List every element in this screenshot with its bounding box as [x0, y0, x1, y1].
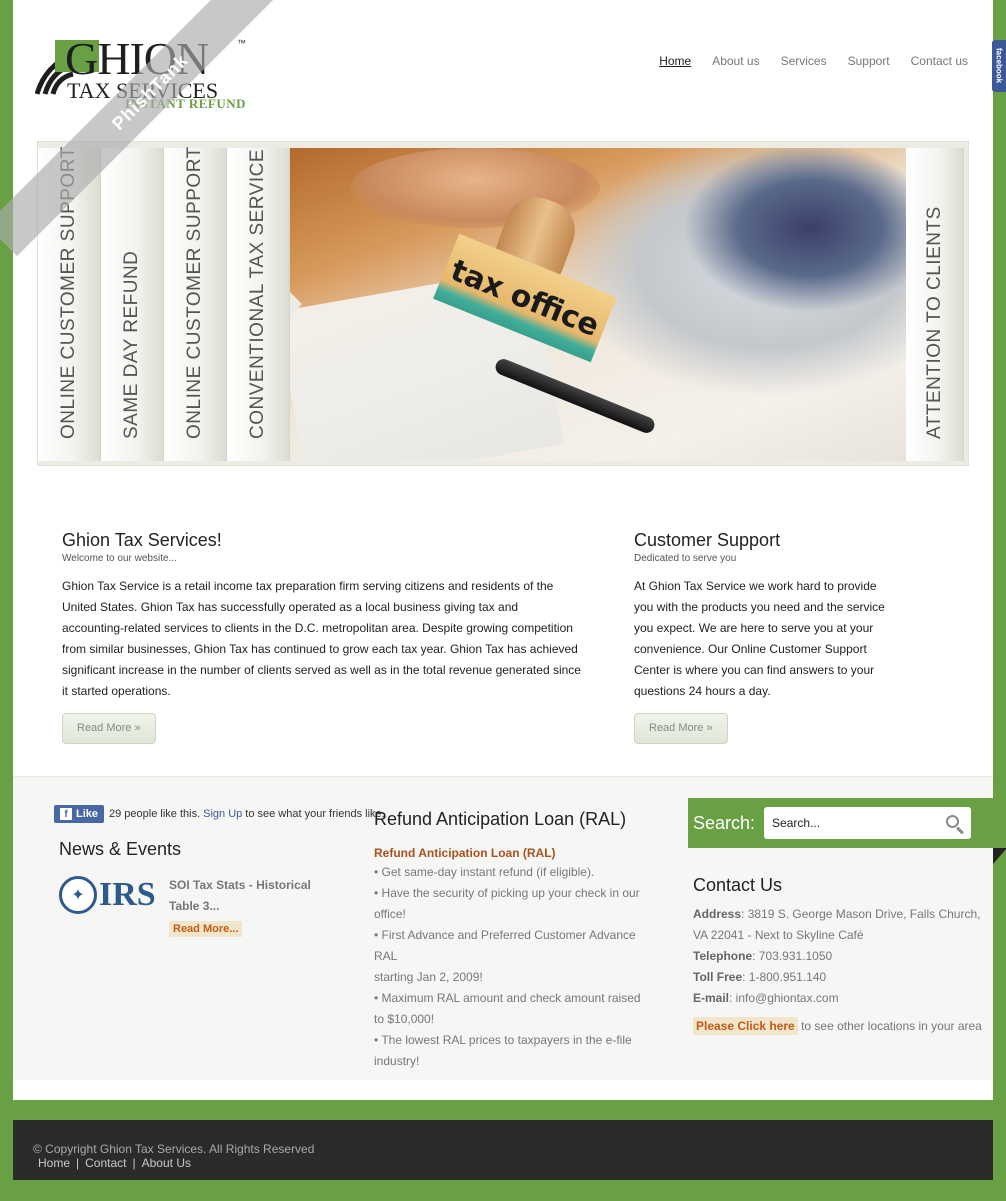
intro-section: Ghion Tax Services! Welcome to our websi… — [62, 530, 582, 744]
ral-list-item: Have the security of picking up your che… — [374, 883, 644, 925]
nav-contact[interactable]: Contact us — [911, 54, 968, 68]
site-footer: © Copyright Ghion Tax Services. All Righ… — [13, 1120, 993, 1180]
telephone-value: : 703.931.1050 — [752, 949, 833, 963]
ral-subtitle: Refund Anticipation Loan (RAL) — [374, 846, 556, 860]
tollfree-label: Toll Free — [693, 970, 743, 984]
slider-tab-label: ATTENTION TO CLIENTS — [923, 206, 945, 439]
slider-photo: tax office — [290, 148, 906, 461]
hero-slider: ONLINE CUSTOMER SUPPORT SAME DAY REFUND … — [37, 141, 969, 466]
facebook-signup-link[interactable]: Sign Up — [203, 808, 242, 820]
slider-tab[interactable]: ONLINE CUSTOMER SUPPORT — [164, 146, 227, 461]
news-title: News & Events — [59, 839, 182, 859]
nav-home[interactable]: Home — [659, 54, 691, 68]
ral-list-item: First Advance and Preferred Customer Adv… — [374, 925, 644, 967]
irs-eagle-icon: ✦ — [59, 876, 97, 914]
footer-links: Home | Contact | About Us — [38, 1156, 191, 1170]
like-count: 29 people like this. — [109, 808, 201, 820]
search-icon[interactable] — [946, 815, 960, 828]
email-label: E-mail — [693, 991, 730, 1005]
ral-section: Refund Anticipation Loan (RAL) Refund An… — [374, 809, 644, 1072]
slider-tab-label: CONVENTIONAL TAX SERVICE — [247, 148, 268, 439]
contact-section: Contact Us Address: 3819 S. George Mason… — [693, 875, 993, 1035]
slider-tab-label: SAME DAY REFUND — [121, 250, 142, 439]
contact-details: Address: 3819 S. George Mason Drive, Fal… — [693, 904, 993, 1009]
page-container: GHION ™ TAX SERVICES INSTANT REFUND Home… — [13, 0, 1006, 1100]
main-nav: Home About us Services Support Contact u… — [659, 54, 968, 68]
search-corner-fold — [993, 848, 1006, 864]
telephone-label: Telephone — [693, 949, 753, 963]
logo-trademark: ™ — [237, 38, 246, 48]
facebook-side-tab[interactable]: facebook — [992, 40, 1006, 92]
footer-separator: | — [132, 1156, 136, 1170]
ral-list-item: Get same-day instant refund (if eligible… — [374, 862, 644, 883]
locations-link[interactable]: Please Click here — [693, 1017, 798, 1035]
locations-prompt: Please Click here to see other locations… — [693, 1017, 993, 1035]
slider-tab[interactable]: SAME DAY REFUND — [101, 148, 164, 461]
intro-read-more-button[interactable]: Read More » — [62, 713, 156, 744]
intro-body: Ghion Tax Service is a retail income tax… — [62, 579, 581, 698]
search-label: Search: — [693, 812, 756, 833]
support-body: At Ghion Tax Service we work hard to pro… — [634, 579, 885, 698]
irs-logo-text: IRS — [99, 876, 156, 913]
facebook-like-widget: f Like 29 people like this. Sign Up to se… — [54, 805, 385, 823]
slider-tab-label: ONLINE CUSTOMER SUPPORT — [184, 146, 205, 439]
support-tagline: Dedicated to serve you — [634, 553, 737, 564]
ral-list-item: Maximum RAL amount and check amount rais… — [374, 988, 644, 1030]
locations-suffix: to see other locations in your area — [801, 1019, 982, 1033]
contact-title: Contact Us — [693, 875, 783, 895]
slider-tab[interactable]: CONVENTIONAL TAX SERVICE — [227, 148, 290, 461]
search-input[interactable]: Search... — [764, 807, 972, 839]
footer-separator: | — [76, 1156, 80, 1170]
slider-tab-right[interactable]: ATTENTION TO CLIENTS — [906, 148, 964, 461]
news-section: News & Events ✦ IRS SOI Tax Stats - Hist… — [59, 839, 311, 937]
footer-link-home[interactable]: Home — [38, 1156, 70, 1170]
intro-tagline: Welcome to our website... — [62, 553, 177, 564]
address-label: Address — [693, 907, 742, 921]
support-read-more-button[interactable]: Read More » — [634, 713, 728, 744]
irs-logo: ✦ IRS — [59, 875, 163, 915]
footer-link-contact[interactable]: Contact — [85, 1156, 126, 1170]
like-suffix: to see what your friends like. — [245, 808, 385, 820]
ral-list-item: The lowest RAL prices to taxpayers in th… — [374, 1030, 644, 1072]
email-value: : info@ghiontax.com — [729, 991, 839, 1005]
search-input-text: Search... — [772, 816, 821, 830]
nav-services[interactable]: Services — [781, 54, 827, 68]
news-item-title[interactable]: SOI Tax Stats - Historical Table 3... — [169, 875, 319, 917]
support-title: Customer Support — [634, 530, 781, 550]
ral-title: Refund Anticipation Loan (RAL) — [374, 809, 627, 829]
lower-section: f Like 29 people like this. Sign Up to se… — [13, 776, 1006, 1080]
nav-support[interactable]: Support — [848, 54, 890, 68]
tollfree-value: : 1-800.951.140 — [742, 970, 827, 984]
like-label: Like — [76, 808, 99, 820]
support-section: Customer Support Dedicated to serve you … — [634, 530, 894, 744]
facebook-like-button[interactable]: f Like — [54, 805, 105, 823]
news-read-more-link[interactable]: Read More... — [169, 921, 243, 937]
search-bar: Search: Search... — [688, 798, 993, 848]
footer-copyright: © Copyright Ghion Tax Services. All Righ… — [33, 1142, 315, 1156]
intro-title: Ghion Tax Services! — [62, 530, 222, 550]
footer-link-about[interactable]: About Us — [142, 1156, 191, 1170]
slider-pointer-icon — [290, 292, 302, 316]
ral-list: Get same-day instant refund (if eligible… — [374, 862, 644, 1072]
facebook-icon: f — [60, 808, 72, 820]
nav-about[interactable]: About us — [712, 54, 759, 68]
ral-list-continuation: starting Jan 2, 2009! — [374, 970, 483, 984]
